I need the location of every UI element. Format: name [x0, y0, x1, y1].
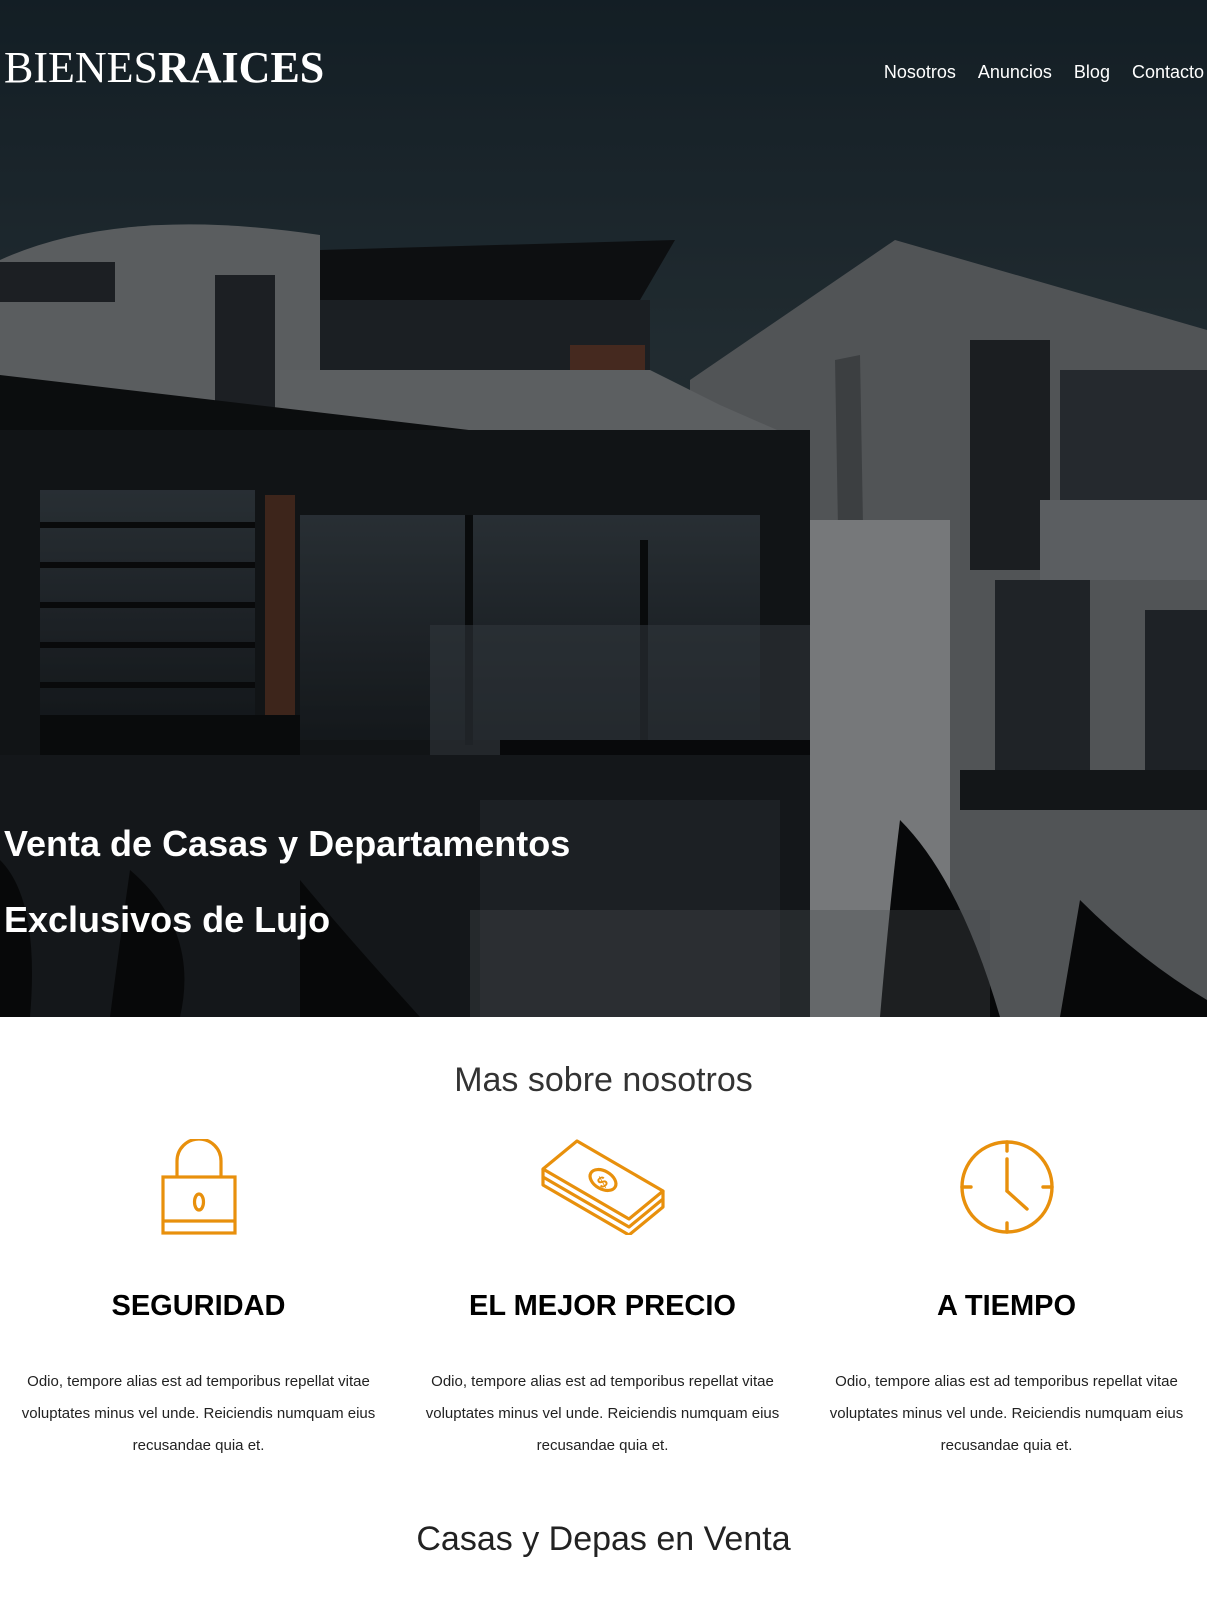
logo-text-light: BIENES [4, 43, 158, 92]
site-header: BIENESRAICES Nosotros Anuncios Blog Cont… [0, 0, 1207, 140]
feature-title: A TIEMPO [936, 1290, 1077, 1322]
clock-icon [808, 1138, 1205, 1236]
money-icon: $ [404, 1138, 801, 1236]
site-logo[interactable]: BIENESRAICES [4, 44, 324, 92]
nav-link-nosotros[interactable]: Nosotros [884, 60, 956, 84]
feature-card-seguridad: SEGURIDAD Odio, tempore alias est ad tem… [0, 1138, 397, 1462]
hero-title-line2: Exclusivos de Lujo [4, 899, 331, 940]
nav-link-anuncios[interactable]: Anuncios [978, 60, 1052, 84]
feature-text: Odio, tempore alias est ad temporibus re… [425, 1373, 780, 1454]
features-list: SEGURIDAD Odio, tempore alias est ad tem… [0, 1138, 1207, 1462]
feature-text: Odio, tempore alias est ad temporibus re… [21, 1373, 376, 1454]
feature-card-precio: $ EL MEJOR PRECIO Odio, tempore alias es… [404, 1138, 801, 1462]
listings-section-title: Casas y Depas en Venta [416, 1520, 791, 1558]
feature-card-tiempo: A TIEMPO Odio, tempore alias est ad temp… [808, 1138, 1205, 1462]
nav-link-blog[interactable]: Blog [1074, 60, 1110, 84]
hero-section: BIENESRAICES Nosotros Anuncios Blog Cont… [0, 0, 1207, 1017]
about-section-title: Mas sobre nosotros [454, 1061, 753, 1099]
lock-icon [0, 1138, 397, 1236]
nav-link-contacto[interactable]: Contacto [1132, 60, 1204, 84]
feature-text: Odio, tempore alias est ad temporibus re… [829, 1373, 1184, 1454]
feature-title: SEGURIDAD [111, 1290, 286, 1322]
hero-title-line1: Venta de Casas y Departamentos [4, 823, 571, 864]
feature-title: EL MEJOR PRECIO [469, 1290, 736, 1322]
logo-text-bold: RAICES [158, 43, 325, 92]
hero-title: Venta de Casas y Departamentos Exclusivo… [4, 806, 704, 958]
main-nav: Nosotros Anuncios Blog Contacto [884, 60, 1204, 84]
